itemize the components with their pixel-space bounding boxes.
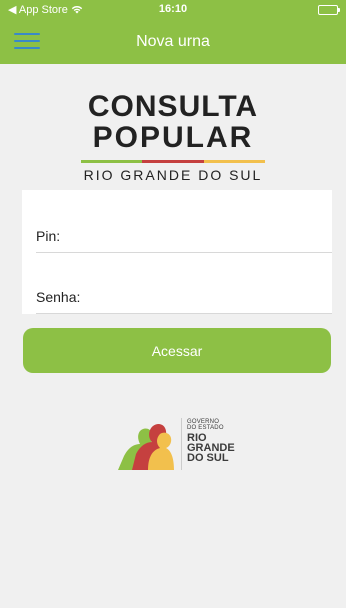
- page-title: Nova urna: [136, 33, 210, 50]
- rs-government-logo-icon: [118, 423, 174, 470]
- battery-icon: [318, 5, 340, 15]
- gov-line-2: DO ESTADO: [187, 425, 224, 431]
- status-time: 16:10: [158, 3, 188, 15]
- navigation-bar: Nova urna: [0, 20, 346, 64]
- consulta-popular-logo: CONSULTA POPULAR RIO GRANDE DO SUL: [0, 92, 346, 183]
- logo-line-3: RIO GRANDE DO SUL: [83, 167, 263, 183]
- pin-label: Pin:: [36, 228, 61, 244]
- logo-divider: [181, 418, 182, 470]
- status-bar: ◀ App Store 16:10: [0, 0, 346, 20]
- gov-line-5: DO SUL: [187, 452, 229, 464]
- acessar-button[interactable]: Acessar: [23, 328, 331, 373]
- password-field[interactable]: Senha:: [36, 283, 332, 314]
- logo-stripe: [81, 160, 265, 163]
- rs-government-logo-text: GOVERNO DO ESTADO RIO GRANDE DO SUL: [187, 419, 235, 464]
- logo-line-2: POPULAR: [92, 121, 254, 154]
- top-bar: ◀ App Store 16:10 Nova urna: [0, 0, 346, 64]
- pin-field[interactable]: Pin:: [36, 222, 332, 253]
- logo-line-1: CONSULTA: [87, 90, 259, 123]
- password-label: Senha:: [36, 289, 81, 305]
